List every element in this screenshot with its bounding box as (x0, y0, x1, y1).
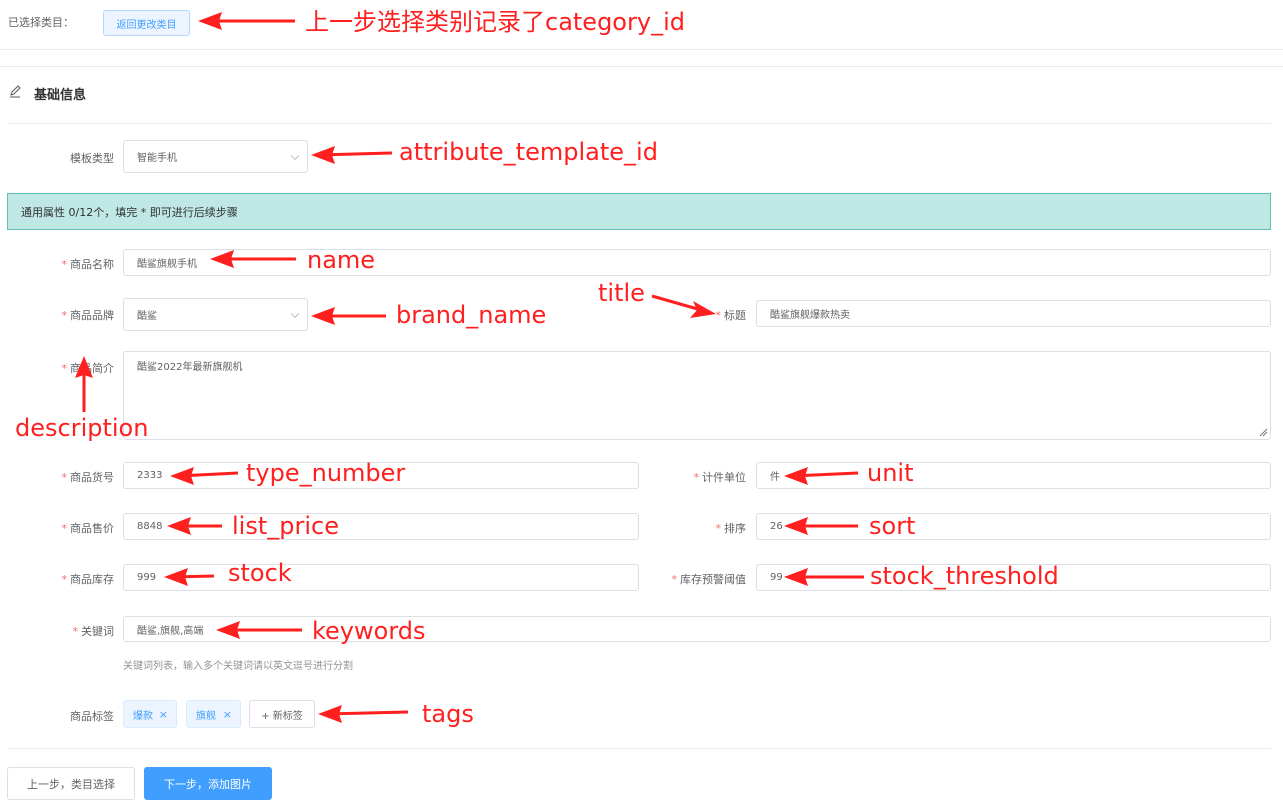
sort-value: 26 (770, 521, 783, 532)
divider (8, 123, 1271, 124)
annotation-stock-threshold: stock_threshold (870, 562, 1059, 590)
stock-threshold-label: * 库存预警阈值 (671, 573, 747, 586)
divider (0, 66, 1283, 67)
annotation-arrowhead (311, 307, 335, 325)
title-input[interactable]: 酷鲨旗舰爆款热卖 (756, 300, 1271, 327)
annotation-description: description (15, 414, 149, 442)
resize-grip-icon[interactable] (1259, 428, 1268, 437)
annotation-arrowhead (198, 12, 222, 30)
tag-label: 爆款 (133, 710, 153, 722)
unit-input[interactable]: 件 (756, 462, 1271, 489)
name-value: 酷鲨旗舰手机 (137, 259, 197, 270)
tag-item: 旗舰 × (186, 700, 241, 728)
description-label: * 商品简介 (61, 362, 115, 375)
chevron-down-icon (290, 309, 300, 318)
stock-label: * 商品库存 (61, 573, 115, 586)
sort-label: * 排序 (715, 522, 747, 535)
annotation-name: name (307, 246, 376, 274)
close-icon[interactable]: × (223, 708, 232, 721)
type-number-label: * 商品货号 (61, 471, 115, 484)
name-label: * 商品名称 (61, 258, 115, 271)
annotation-brand-name: brand_name (396, 301, 547, 329)
title-value: 酷鲨旗舰爆款热卖 (770, 310, 850, 321)
annotation-attribute-template-id: attribute_template_id (399, 138, 658, 166)
annotation-sort: sort (869, 512, 916, 540)
description-textarea[interactable]: 酷鲨2022年最新旗舰机 (123, 351, 1271, 440)
selected-category-label: 已选择类目： (8, 16, 74, 29)
unit-value: 件 (770, 472, 780, 483)
chevron-down-icon (290, 151, 300, 160)
annotation-arrowhead (318, 705, 342, 723)
brand-label: * 商品品牌 (61, 309, 115, 322)
keywords-label: * 关键词 (72, 625, 115, 638)
annotation-tags: tags (422, 700, 474, 728)
divider (8, 748, 1271, 749)
close-icon[interactable]: × (159, 708, 168, 721)
type-number-value: 2333 (137, 470, 163, 481)
template-type-select[interactable]: 智能手机 (123, 140, 308, 173)
prev-step-button[interactable]: 上一步，类目选择 (7, 767, 135, 800)
template-type-label: 模板类型 (70, 152, 114, 165)
annotation-title: title (598, 279, 645, 307)
section-title: 基础信息 (34, 88, 87, 103)
annotation-type-number: type_number (246, 459, 406, 487)
new-tag-button[interactable]: + 新标签 (249, 700, 315, 728)
description-value: 酷鲨2022年最新旗舰机 (137, 362, 243, 373)
name-input[interactable]: 酷鲨旗舰手机 (123, 249, 1271, 276)
annotation-arrowhead (311, 146, 335, 164)
sort-input[interactable]: 26 (756, 513, 1271, 540)
keywords-value: 酷鲨,旗舰,高端 (137, 625, 204, 637)
tag-item: 爆款 × (123, 700, 177, 728)
stock-value: 999 (137, 572, 157, 583)
annotation-keywords: keywords (312, 617, 426, 645)
annotation-arrow (317, 151, 393, 157)
stock-input[interactable]: 999 (123, 564, 639, 591)
annotation-arrow (651, 294, 709, 314)
template-type-value: 智能手机 (137, 153, 177, 164)
tag-label: 旗舰 (196, 710, 216, 722)
notice-banner: 通用属性 0/12个，填完 * 即可进行后续步骤 (7, 193, 1271, 230)
unit-label: * 计件单位 (693, 471, 747, 484)
brand-value: 酷鲨 (137, 311, 157, 322)
title-label: * 标题 (715, 309, 747, 322)
edit-pencil-icon (8, 84, 22, 98)
annotation-stock: stock (228, 559, 292, 587)
keywords-input[interactable]: 酷鲨,旗舰,高端 (123, 616, 1271, 642)
list-price-label: * 商品售价 (61, 522, 115, 535)
notice-text: 通用属性 0/12个，填完 * 即可进行后续步骤 (21, 205, 238, 219)
brand-select[interactable]: 酷鲨 (123, 298, 308, 331)
annotation-unit: unit (867, 459, 914, 487)
annotation-category-id: 上一步选择类别记录了category_id (305, 8, 685, 36)
list-price-value: 8848 (137, 521, 163, 532)
change-category-button[interactable]: 返回更改类目 (103, 10, 190, 36)
next-step-button[interactable]: 下一步，添加图片 (144, 767, 272, 800)
annotation-arrowhead (690, 301, 716, 318)
list-price-input[interactable]: 8848 (123, 513, 639, 540)
annotation-arrow (325, 710, 409, 716)
annotation-list-price: list_price (232, 512, 339, 540)
stock-threshold-value: 99 (770, 572, 783, 583)
tags-label: 商品标签 (70, 710, 114, 723)
keywords-hint: 关键词列表，输入多个关键词请以英文逗号进行分割 (123, 661, 353, 672)
divider (0, 49, 1283, 50)
